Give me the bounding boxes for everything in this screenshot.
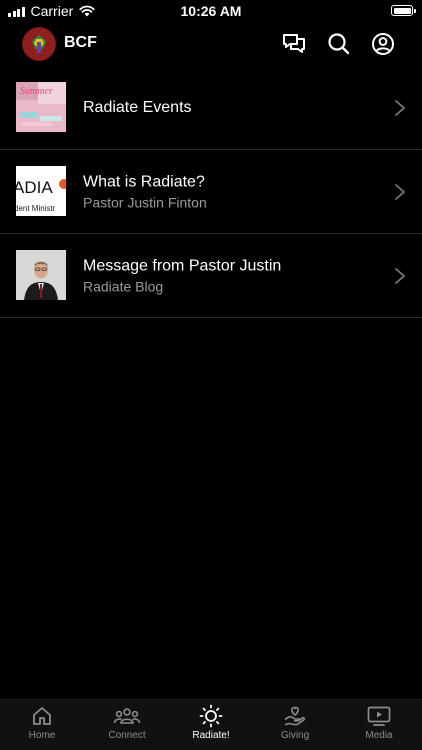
chevron-right-icon xyxy=(395,99,405,116)
list-item-subtitle: Radiate Blog xyxy=(83,278,164,294)
thumb-ministry-text: dent Ministr xyxy=(16,204,56,213)
list-item-subtitle: Pastor Justin Finton xyxy=(83,194,207,210)
sun-icon xyxy=(199,704,223,728)
list-item-radiate-events[interactable]: Summer Radiate Events xyxy=(0,66,422,150)
home-icon xyxy=(33,707,51,725)
status-time: 10:26 AM xyxy=(180,3,242,19)
what-is-radiate-thumbnail: ADIA dent Ministr xyxy=(16,166,66,216)
tab-label: Giving xyxy=(280,730,310,741)
play-screen-icon xyxy=(367,706,391,726)
tab-radiate[interactable]: Radiate! xyxy=(169,704,253,741)
chevron-right-icon xyxy=(395,267,405,284)
people-icon xyxy=(113,708,141,724)
pastor-photo-thumbnail xyxy=(16,250,66,300)
heart-hand-icon xyxy=(284,706,306,726)
tab-media[interactable]: Media xyxy=(337,704,421,741)
status-bar: Carrier 10:26 AM xyxy=(0,0,422,22)
search-icon[interactable] xyxy=(325,30,353,58)
list-item-text: What is Radiate? Pastor Justin Finton xyxy=(83,172,207,211)
church-logo[interactable] xyxy=(22,27,56,61)
account-icon[interactable] xyxy=(369,30,397,58)
list-item-text: Message from Pastor Justin Radiate Blog xyxy=(83,256,281,295)
radiate-events-thumbnail: Summer xyxy=(16,82,66,132)
thumb-radia-text: ADIA xyxy=(16,178,53,197)
tab-bar: Home Connect Radiate! Giving Media xyxy=(0,699,422,750)
tab-label: Media xyxy=(365,730,393,741)
list-item-title: Message from Pastor Justin xyxy=(83,257,282,274)
tab-home[interactable]: Home xyxy=(0,704,84,741)
list-item-title: Radiate Events xyxy=(83,98,192,116)
chat-icon[interactable] xyxy=(280,30,308,58)
battery-icon xyxy=(391,5,416,16)
brand-title: BCF xyxy=(64,34,97,51)
tab-connect[interactable]: Connect xyxy=(85,704,169,741)
list-item-message-from-pastor[interactable]: Message from Pastor Justin Radiate Blog xyxy=(0,234,422,318)
tab-label: Home xyxy=(28,730,56,741)
tab-label: Connect xyxy=(108,730,146,741)
tab-label: Radiate! xyxy=(192,730,230,741)
content-list: Summer Radiate Events ADIA dent Ministr … xyxy=(0,66,422,318)
tab-giving[interactable]: Giving xyxy=(253,704,337,741)
list-item-what-is-radiate[interactable]: ADIA dent Ministr What is Radiate? Pasto… xyxy=(0,150,422,234)
list-item-title: What is Radiate? xyxy=(83,173,205,190)
thumb-summer-text: Summer xyxy=(20,86,53,97)
list-item-text: Radiate Events xyxy=(83,98,192,118)
chevron-right-icon xyxy=(395,183,405,200)
app-header: BCF xyxy=(0,24,422,64)
